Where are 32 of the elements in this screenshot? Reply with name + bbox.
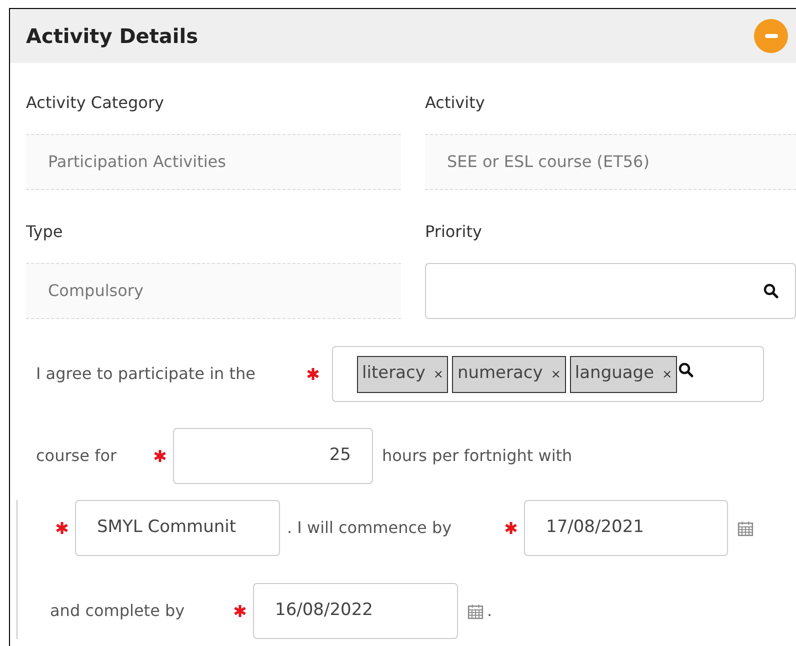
tag-field[interactable]: literacy × numeracy × language × xyxy=(332,346,764,402)
date-field[interactable]: 17/08/2021 xyxy=(524,500,728,556)
sentence-text: and complete by xyxy=(50,600,186,622)
tag-label: numeracy xyxy=(457,362,543,386)
sentence-text: hours per fortnight with xyxy=(382,445,572,467)
collapse-button[interactable] xyxy=(754,19,788,53)
sentence-text: . xyxy=(487,600,492,622)
field-label: Activity xyxy=(425,92,486,114)
calendar-icon xyxy=(467,602,484,620)
search-icon xyxy=(678,362,694,378)
remove-tag-button[interactable]: × xyxy=(433,365,444,383)
date-field[interactable]: 16/08/2022 xyxy=(253,583,458,639)
calendar-icon xyxy=(737,520,754,536)
tag-label: language xyxy=(574,362,654,386)
field-label: Type xyxy=(26,221,64,243)
search-icon xyxy=(763,283,779,299)
readonly-field: Participation Activities xyxy=(26,134,401,190)
readonly-field: SEE or ESL course (ET56) xyxy=(425,134,796,190)
sentence-text: I agree to participate in the xyxy=(36,363,257,385)
panel-title: Activity Details xyxy=(26,23,198,50)
remove-tag-button[interactable]: × xyxy=(662,365,672,383)
tag-label: literacy xyxy=(362,362,426,386)
search-field[interactable] xyxy=(425,263,796,319)
remove-tag-button[interactable]: × xyxy=(550,365,561,383)
provider-field[interactable]: SMYL Communit xyxy=(75,500,280,556)
sentence-text: course for xyxy=(36,445,118,467)
hours-field[interactable]: 25 xyxy=(173,428,373,484)
minus-icon xyxy=(764,34,778,38)
field-label: Activity Category xyxy=(26,92,166,114)
sentence-text: . I will commence by xyxy=(287,517,453,539)
field-label: Priority xyxy=(425,221,483,243)
readonly-field: Compulsory xyxy=(26,263,401,319)
